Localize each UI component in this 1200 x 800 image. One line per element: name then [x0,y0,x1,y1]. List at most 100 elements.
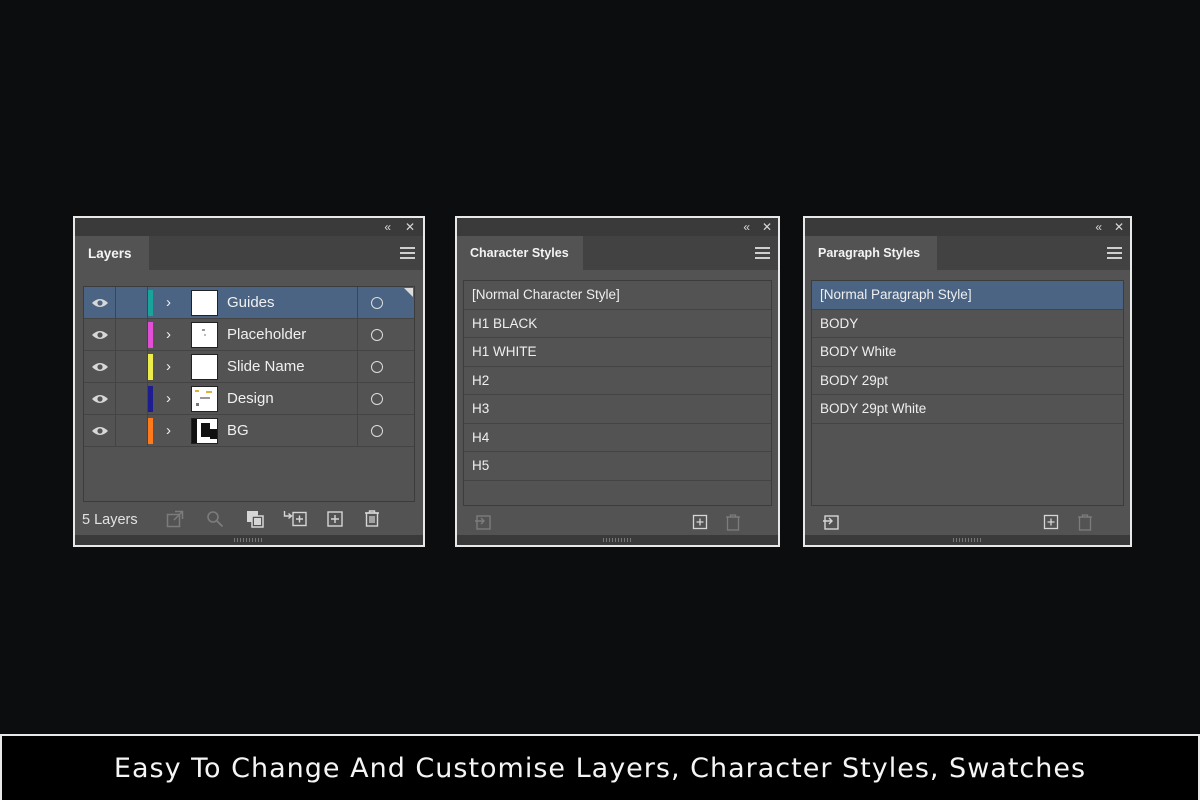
layers-footer: 5 Layers [75,506,423,536]
layer-thumbnail [191,354,218,380]
collapse-icon[interactable]: « [743,219,750,235]
panel-topbar: « ✕ [457,218,778,236]
corner-indicator-icon [404,288,413,297]
load-styles-icon[interactable] [474,513,492,531]
load-styles-icon[interactable] [822,513,840,531]
search-icon[interactable] [206,510,224,528]
export-icon[interactable] [166,510,184,528]
caption-text: Easy To Change And Customise Layers, Cha… [113,752,1087,784]
layer-name: Guides [227,294,275,311]
trash-icon[interactable] [363,509,381,527]
new-style-icon[interactable] [1043,514,1059,530]
lock-toggle[interactable] [116,287,148,318]
layer-color-swatch [148,418,153,444]
visibility-toggle[interactable] [84,415,116,446]
clipping-mask-icon[interactable] [246,510,264,528]
style-item[interactable]: H5 [464,452,771,481]
style-item[interactable]: H3 [464,395,771,424]
layer-thumbnail [191,290,218,316]
visibility-toggle[interactable] [84,319,116,350]
collapse-icon[interactable]: « [384,219,391,235]
lock-toggle[interactable] [116,319,148,350]
resize-handle[interactable] [457,535,778,545]
new-style-icon[interactable] [692,514,708,530]
tab-row: Paragraph Styles [805,236,1130,270]
close-icon[interactable]: ✕ [1114,219,1124,235]
tab-character-styles[interactable]: Character Styles [457,236,583,270]
panel-topbar: « ✕ [75,218,423,236]
tab-layers[interactable]: Layers [75,236,149,270]
lock-toggle[interactable] [116,415,148,446]
character-styles-list: [Normal Character Style] H1 BLACK H1 WHI… [463,280,772,506]
style-item[interactable]: BODY 29pt White [812,395,1123,424]
style-item[interactable]: BODY 29pt [812,367,1123,395]
style-item[interactable]: [Normal Character Style] [464,281,771,310]
layer-name: Placeholder [227,326,307,343]
layer-color-swatch [148,386,153,412]
layer-thumbnail [191,386,218,412]
tab-paragraph-styles[interactable]: Paragraph Styles [805,236,937,270]
panel-topbar: « ✕ [805,218,1130,236]
target-circle-icon[interactable] [371,297,383,309]
close-icon[interactable]: ✕ [405,219,415,235]
panel-menu-icon[interactable] [1107,247,1122,259]
layer-name: Design [227,390,274,407]
expand-chevron-icon[interactable]: › [166,383,171,414]
style-item[interactable]: H4 [464,424,771,452]
style-item[interactable]: BODY [812,310,1123,338]
layer-name: BG [227,422,249,439]
style-item[interactable]: H1 BLACK [464,310,771,338]
expand-chevron-icon[interactable]: › [166,415,171,446]
layers-list: › Guides › Placeholder › Slide Name › De… [83,286,415,502]
layer-color-swatch [148,354,153,380]
target-circle-icon[interactable] [371,329,383,341]
layer-color-swatch [148,290,153,316]
target-circle-icon[interactable] [371,425,383,437]
panel-menu-icon[interactable] [400,247,415,259]
target-circle-icon[interactable] [371,393,383,405]
close-icon[interactable]: ✕ [762,219,772,235]
eye-icon [91,426,108,435]
new-layer-icon[interactable] [326,510,344,528]
visibility-toggle[interactable] [84,383,116,414]
character-styles-panel: « ✕ Character Styles [Normal Character S… [455,216,780,547]
layer-row-slide-name[interactable]: › Slide Name [84,351,414,383]
new-sublayer-icon[interactable] [283,510,309,528]
layer-thumbnail [191,322,218,348]
resize-handle[interactable] [75,535,423,545]
paragraph-styles-panel: « ✕ Paragraph Styles [Normal Paragraph S… [803,216,1132,547]
eye-icon [91,394,108,403]
tab-row: Character Styles [457,236,778,270]
layer-row-guides[interactable]: › Guides [84,287,414,319]
lock-toggle[interactable] [116,351,148,382]
layer-row-design[interactable]: › Design [84,383,414,415]
layer-color-swatch [148,322,153,348]
style-item[interactable]: H1 WHITE [464,338,771,367]
paragraph-styles-list: [Normal Paragraph Style] BODY BODY White… [811,280,1124,506]
layer-count: 5 Layers [82,512,138,528]
style-item[interactable]: H2 [464,367,771,395]
expand-chevron-icon[interactable]: › [166,287,171,318]
trash-icon[interactable] [725,513,741,531]
layer-row-placeholder[interactable]: › Placeholder [84,319,414,351]
panel-menu-icon[interactable] [755,247,770,259]
target-circle-icon[interactable] [371,361,383,373]
resize-handle[interactable] [805,535,1130,545]
visibility-toggle[interactable] [84,287,116,318]
layers-panel: « ✕ Layers › Guides › Placeholder › Slid… [73,216,425,547]
style-item-selected[interactable]: [Normal Paragraph Style] [812,281,1123,310]
visibility-toggle[interactable] [84,351,116,382]
caption-bar: Easy To Change And Customise Layers, Cha… [0,734,1200,800]
eye-icon [91,330,108,339]
collapse-icon[interactable]: « [1095,219,1102,235]
layer-row-bg[interactable]: › BG [84,415,414,447]
tab-row: Layers [75,236,423,270]
layer-name: Slide Name [227,358,305,375]
expand-chevron-icon[interactable]: › [166,351,171,382]
eye-icon [91,362,108,371]
expand-chevron-icon[interactable]: › [166,319,171,350]
lock-toggle[interactable] [116,383,148,414]
trash-icon[interactable] [1077,513,1093,531]
style-item[interactable]: BODY White [812,338,1123,367]
layer-thumbnail [191,418,218,444]
